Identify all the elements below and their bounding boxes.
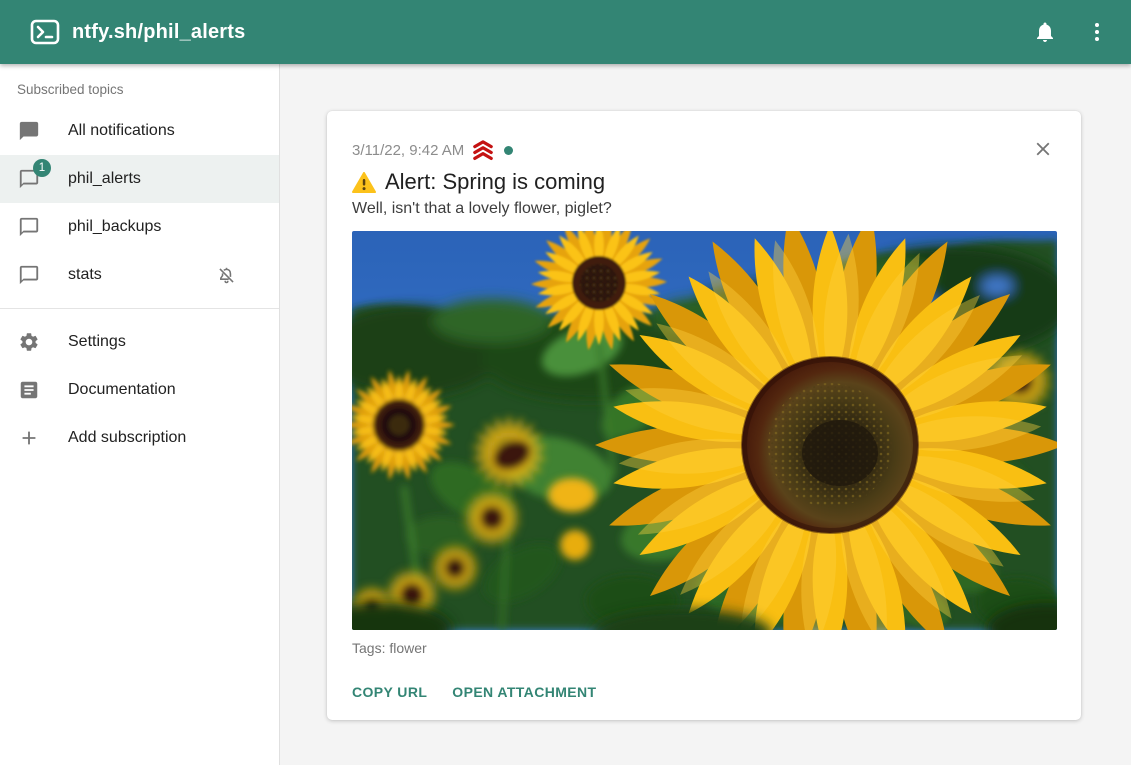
chat-bubble-outline-icon: 1 (17, 167, 41, 191)
unread-count-badge: 1 (33, 159, 51, 177)
topic-label: All notifications (68, 122, 175, 140)
plus-icon (17, 426, 41, 450)
sidebar-item-all-notifications[interactable]: All notifications (0, 107, 279, 155)
priority-max-icon (472, 140, 494, 161)
chat-bubble-filled-icon (17, 119, 41, 143)
subscribed-topics-caption: Subscribed topics (0, 70, 279, 107)
open-attachment-button[interactable]: OPEN ATTACHMENT (452, 678, 596, 706)
sidebar-menu: Settings Documentation Add subscription (0, 318, 279, 462)
notification-timestamp: 3/11/22, 9:42 AM (352, 142, 464, 159)
appbar-actions (1025, 12, 1117, 52)
sidebar: Subscribed topics All notifications 1 ph (0, 64, 280, 765)
attachment-image[interactable] (352, 231, 1057, 630)
notification-meta: 3/11/22, 9:42 AM (352, 140, 1057, 161)
menu-label: Add subscription (68, 429, 186, 447)
chat-bubble-outline-icon (17, 215, 41, 239)
sidebar-item-settings[interactable]: Settings (0, 318, 279, 366)
sidebar-item-phil-backups[interactable]: phil_backups (0, 203, 279, 251)
chat-bubble-outline-icon (17, 263, 41, 287)
warning-emoji-icon (352, 172, 376, 194)
close-icon[interactable] (1029, 135, 1057, 163)
sidebar-item-phil-alerts[interactable]: 1 phil_alerts (0, 155, 279, 203)
topic-label: stats (68, 266, 102, 284)
gear-icon (17, 330, 41, 354)
notification-title-text: Alert: Spring is coming (385, 169, 605, 195)
sidebar-item-documentation[interactable]: Documentation (0, 366, 279, 414)
topic-list: All notifications 1 phil_alerts phil_b (0, 107, 279, 299)
unread-dot-icon (504, 146, 513, 155)
article-icon (17, 378, 41, 402)
notifications-muted-bell-off-icon (216, 265, 237, 286)
kebab-menu-icon[interactable] (1077, 12, 1117, 52)
notification-body: Well, isn't that a lovely flower, piglet… (352, 200, 1057, 218)
tags-label: Tags: flower (352, 640, 1057, 656)
app-title: ntfy.sh/phil_alerts (72, 21, 245, 44)
notifications-bell-icon[interactable] (1025, 12, 1065, 52)
sidebar-item-add-subscription[interactable]: Add subscription (0, 414, 279, 462)
notification-title: Alert: Spring is coming (352, 169, 1057, 195)
main-content: 3/11/22, 9:42 AM (280, 64, 1131, 765)
sidebar-item-stats[interactable]: stats (0, 251, 279, 299)
notification-card: 3/11/22, 9:42 AM (327, 111, 1081, 720)
copy-url-button[interactable]: COPY URL (352, 678, 427, 706)
topic-label: phil_alerts (68, 170, 141, 188)
notification-actions: COPY URL OPEN ATTACHMENT (352, 678, 1057, 706)
topic-label: phil_backups (68, 218, 161, 236)
app-bar: ntfy.sh/phil_alerts (0, 0, 1131, 64)
sidebar-divider (0, 308, 279, 309)
terminal-logo-icon[interactable] (28, 15, 62, 49)
menu-label: Settings (68, 333, 126, 351)
menu-label: Documentation (68, 381, 176, 399)
